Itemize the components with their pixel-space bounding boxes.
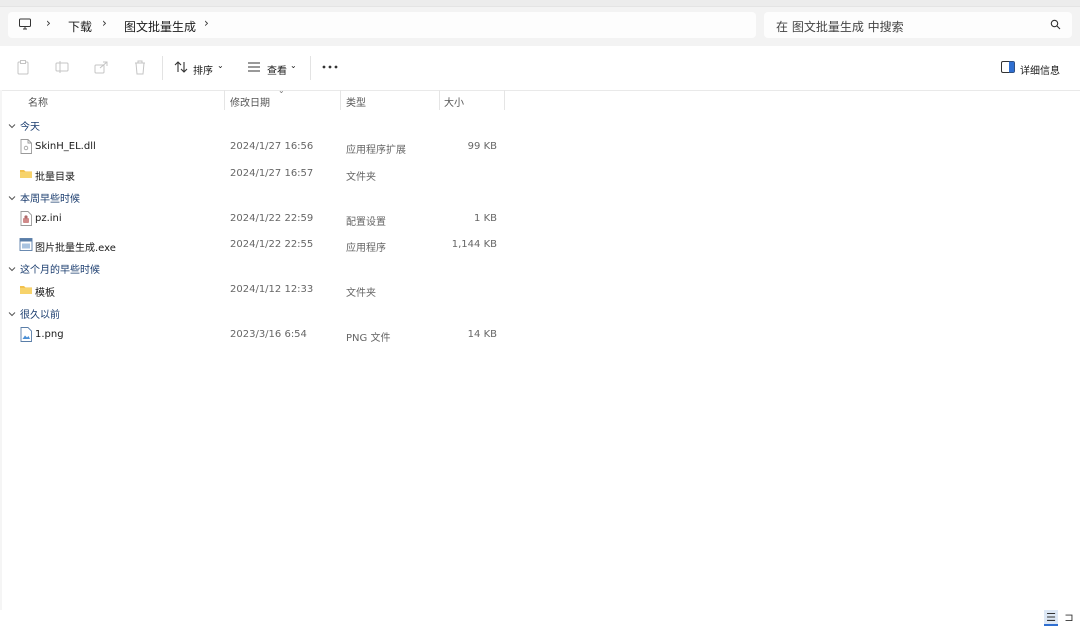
file-name: 1.png bbox=[35, 329, 64, 340]
view-icon[interactable] bbox=[245, 58, 263, 76]
breadcrumb-chevron-icon[interactable]: › bbox=[102, 16, 107, 30]
window-top-strip bbox=[0, 0, 1080, 7]
chevron-down-icon[interactable] bbox=[8, 122, 16, 130]
file-type: 应用程序扩展 bbox=[346, 145, 406, 156]
column-divider[interactable] bbox=[504, 90, 505, 110]
group-label: 很久以前 bbox=[20, 310, 60, 321]
sort-arrow-icon: ⌄ bbox=[278, 86, 285, 95]
chevron-down-icon[interactable] bbox=[8, 310, 16, 318]
details-pane-button[interactable]: 详细信息 bbox=[1020, 62, 1060, 77]
computer-icon[interactable] bbox=[18, 17, 32, 34]
file-date: 2024/1/12 12:33 bbox=[230, 284, 314, 295]
file-size: 1 KB bbox=[474, 213, 497, 224]
file-type: 文件夹 bbox=[346, 288, 376, 299]
group-label: 这个月的早些时候 bbox=[20, 265, 100, 276]
breadcrumb-chevron-icon[interactable]: › bbox=[46, 16, 51, 30]
file-date: 2024/1/22 22:59 bbox=[230, 213, 314, 224]
file-size: 14 KB bbox=[467, 329, 497, 340]
column-header-type[interactable]: 类型 bbox=[346, 94, 366, 109]
group-header-earlier-this-week[interactable]: 本周早些时候 bbox=[8, 190, 80, 205]
paste-icon[interactable] bbox=[14, 58, 32, 76]
group-header-earlier-this-month[interactable]: 这个月的早些时候 bbox=[8, 261, 100, 276]
address-bar[interactable] bbox=[8, 12, 756, 38]
dll-file-icon bbox=[20, 139, 32, 154]
file-type: 应用程序 bbox=[346, 243, 386, 254]
view-switcher: ☰ ⊐ bbox=[1044, 610, 1076, 626]
breadcrumb-chevron-icon[interactable]: › bbox=[204, 16, 209, 30]
tiles-view-icon[interactable]: ⊐ bbox=[1062, 610, 1076, 624]
breadcrumb-downloads[interactable]: 下载 bbox=[68, 18, 92, 35]
sort-button[interactable]: 排序 bbox=[193, 62, 213, 77]
column-header-name[interactable]: 名称 bbox=[28, 94, 48, 109]
column-header-date[interactable]: 修改日期 bbox=[230, 94, 270, 109]
toolbar-separator bbox=[310, 56, 311, 80]
file-row[interactable]: pz.ini 2024/1/22 22:59 配置设置 1 KB bbox=[0, 208, 505, 230]
file-name: 模板 bbox=[35, 288, 55, 299]
file-date: 2024/1/22 22:55 bbox=[230, 239, 314, 250]
file-date: 2024/1/27 16:56 bbox=[230, 141, 314, 152]
exe-file-icon bbox=[19, 238, 33, 251]
file-row[interactable]: 1.png 2023/3/16 6:54 PNG 文件 14 KB bbox=[0, 324, 505, 346]
more-options-icon[interactable] bbox=[321, 58, 339, 76]
file-name: SkinH_EL.dll bbox=[35, 141, 96, 152]
file-size: 99 KB bbox=[467, 141, 497, 152]
column-divider[interactable] bbox=[439, 90, 440, 110]
ini-file-icon bbox=[20, 211, 32, 226]
file-date: 2023/3/16 6:54 bbox=[230, 329, 307, 340]
folder-icon bbox=[20, 170, 32, 178]
view-chevron-down-icon[interactable]: ⌄ bbox=[290, 61, 297, 70]
file-name: 图片批量生成.exe bbox=[35, 243, 116, 254]
details-view-icon[interactable]: ☰ bbox=[1044, 610, 1058, 626]
view-button[interactable]: 查看 bbox=[267, 62, 287, 77]
file-row[interactable]: SkinH_EL.dll 2024/1/27 16:56 应用程序扩展 99 K… bbox=[0, 136, 505, 158]
search-placeholder: 在 图文批量生成 中搜索 bbox=[776, 20, 904, 34]
group-label: 本周早些时候 bbox=[20, 194, 80, 205]
file-date: 2024/1/27 16:57 bbox=[230, 168, 314, 179]
sort-icon[interactable] bbox=[172, 58, 190, 76]
sort-chevron-down-icon[interactable]: ⌄ bbox=[217, 61, 224, 70]
group-header-today[interactable]: 今天 bbox=[8, 118, 40, 133]
group-label: 今天 bbox=[20, 122, 40, 133]
file-row[interactable]: 图片批量生成.exe 2024/1/22 22:55 应用程序 1,144 KB bbox=[0, 234, 505, 256]
group-header-long-ago[interactable]: 很久以前 bbox=[8, 306, 60, 321]
file-row[interactable]: 批量目录 2024/1/27 16:57 文件夹 bbox=[0, 163, 505, 185]
share-icon[interactable] bbox=[92, 58, 110, 76]
folder-icon bbox=[20, 286, 32, 294]
details-pane-icon[interactable] bbox=[999, 58, 1017, 76]
column-divider[interactable] bbox=[340, 90, 341, 110]
rename-icon[interactable] bbox=[53, 58, 71, 76]
file-row[interactable]: 模板 2024/1/12 12:33 文件夹 bbox=[0, 279, 505, 301]
file-name: 批量目录 bbox=[35, 172, 75, 183]
column-header-size[interactable]: 大小 bbox=[444, 94, 464, 109]
file-name: pz.ini bbox=[35, 213, 62, 224]
toolbar-separator bbox=[162, 56, 163, 80]
file-size: 1,144 KB bbox=[451, 239, 497, 250]
column-divider[interactable] bbox=[224, 90, 225, 110]
search-icon[interactable] bbox=[1050, 19, 1061, 33]
file-type: 文件夹 bbox=[346, 172, 376, 183]
png-file-icon bbox=[20, 327, 32, 342]
delete-icon[interactable] bbox=[131, 58, 149, 76]
chevron-down-icon[interactable] bbox=[8, 265, 16, 273]
chevron-down-icon[interactable] bbox=[8, 194, 16, 202]
file-type: 配置设置 bbox=[346, 217, 386, 228]
breadcrumb-current-folder[interactable]: 图文批量生成 bbox=[124, 18, 196, 35]
file-type: PNG 文件 bbox=[346, 333, 391, 344]
